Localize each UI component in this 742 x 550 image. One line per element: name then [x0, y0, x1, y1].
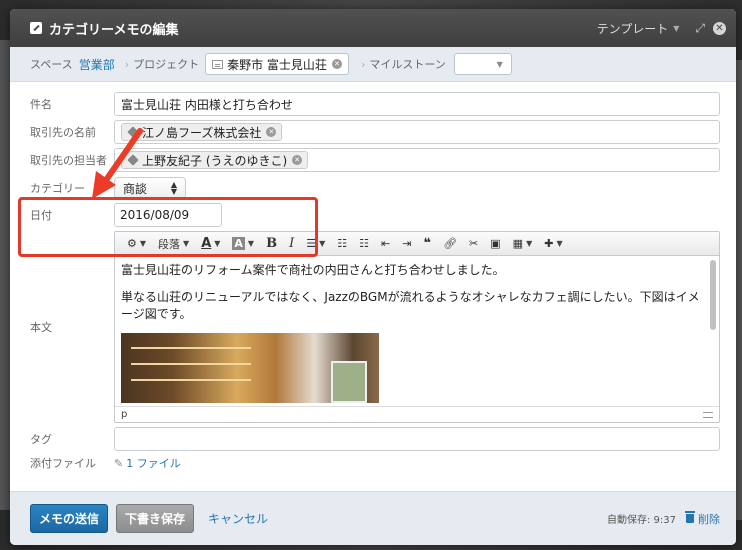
table-icon: ▦: [512, 237, 524, 250]
remove-project-icon[interactable]: ✕: [331, 59, 342, 69]
dialog-titlebar: カテゴリーメモの編集 テンプレート ▼ ⤢ ✕: [10, 9, 736, 47]
chevron-right-icon: ›: [360, 57, 366, 71]
paperclip-icon: ✎: [114, 457, 124, 470]
attachment-link[interactable]: ✎ 1 ファイル: [114, 455, 181, 471]
editor-content[interactable]: 富士見山荘のリフォーム案件で商社の内田さんと打ち合わせしました。 単なる山荘のリ…: [115, 256, 719, 406]
client-name-input[interactable]: 江ノ島フーズ株式会社 ✕: [114, 120, 720, 144]
body-label: 本文: [30, 321, 52, 334]
project-value: 秦野市 富士見山荘: [227, 57, 327, 72]
template-menu-label: テンプレート: [596, 21, 669, 36]
unlink-button[interactable]: ✂: [463, 233, 484, 255]
dialog-footer: メモの送信 下書き保存 キャンセル 自動保存: 9:37 削除: [10, 491, 736, 545]
edit-memo-dialog: カテゴリーメモの編集 テンプレート ▼ ⤢ ✕ スペース 営業部 › プロジェク…: [10, 9, 736, 545]
bullet-list-icon: ☷: [337, 237, 348, 250]
delete-link[interactable]: 削除: [685, 511, 720, 527]
template-menu[interactable]: テンプレート ▼: [597, 20, 680, 37]
chevron-down-icon: ▼: [496, 60, 503, 69]
unlink-icon: ✂: [469, 237, 479, 250]
body-paragraph-2: 単なる山荘のリニューアルではなく、JazzのBGMが流れるようなオシャレなカフェ…: [121, 290, 700, 321]
puzzle-icon: ✚: [544, 237, 554, 250]
select-arrows-icon: ▲ ▼: [170, 180, 177, 196]
resize-grip-icon[interactable]: [703, 411, 713, 418]
client-contact-input[interactable]: 上野友紀子 (うえのゆきこ) ✕: [114, 148, 720, 172]
edit-icon: [30, 22, 42, 34]
client-contact-value: 上野友紀子 (うえのゆきこ): [142, 153, 288, 168]
table-menu-button[interactable]: ▦ ▼: [507, 233, 539, 255]
quote-icon: ❝: [423, 236, 432, 251]
element-path: p: [121, 409, 128, 420]
send-memo-button[interactable]: メモの送信: [30, 504, 109, 533]
subject-value: 富士見山荘 内田様と打ち合わせ: [121, 97, 293, 112]
location-bar: スペース 営業部 › プロジェクト 秦野市 富士見山荘 ✕ › マイルストーン …: [10, 47, 736, 82]
outdent-button[interactable]: ⇤: [375, 233, 396, 255]
autosave-status: 自動保存: 9:37: [606, 515, 676, 526]
dialog-title: カテゴリーメモの編集: [49, 22, 179, 38]
indent-button[interactable]: ⇥: [396, 233, 417, 255]
indent-icon: ⇥: [402, 237, 412, 250]
expand-icon[interactable]: ⤢: [695, 21, 705, 36]
project-label: プロジェクト: [133, 58, 200, 71]
chevron-down-icon: ▼: [526, 239, 533, 248]
image-icon: ▣: [490, 237, 501, 250]
annotation-arrow: [92, 128, 143, 199]
document-icon: [212, 59, 224, 69]
image-button[interactable]: ▣: [484, 233, 506, 255]
attachment-value: 1 ファイル: [126, 457, 181, 470]
body-row: 本文 ⚙ ▼ 段落 ▼ A ▼ A ▼ B I ☰ ▼ ☷ ☷ ⇤ ⇥ ❝ 🔗︎ ✂: [26, 231, 720, 423]
remove-contact-icon[interactable]: ✕: [292, 155, 303, 165]
chevron-down-icon: ▼: [673, 23, 680, 33]
body-paragraph-1: 富士見山荘のリフォーム案件で商社の内田さんと打ち合わせしました。: [121, 263, 505, 277]
link-button[interactable]: 🔗︎: [437, 233, 463, 255]
remove-client-icon[interactable]: ✕: [266, 127, 277, 137]
trash-icon: [685, 511, 695, 523]
blockquote-button[interactable]: ❝: [417, 233, 437, 255]
subject-label: 件名: [30, 98, 52, 111]
chevron-right-icon: ›: [124, 57, 130, 71]
space-link[interactable]: 営業部: [79, 56, 115, 73]
tag-row: タグ: [26, 427, 720, 451]
highlight-box: [18, 197, 318, 257]
subject-row: 件名 富士見山荘 内田様と打ち合わせ: [26, 92, 720, 116]
client-name-value: 江ノ島フーズ株式会社: [142, 125, 262, 140]
bullet-list-button[interactable]: ☷: [331, 233, 353, 255]
save-draft-button[interactable]: 下書き保存: [116, 504, 195, 533]
attachment-label: 添付ファイル: [30, 457, 96, 470]
project-selector[interactable]: 秦野市 富士見山荘 ✕: [205, 53, 349, 75]
outdent-icon: ⇤: [381, 237, 391, 250]
space-label: スペース: [30, 58, 73, 71]
milestone-select[interactable]: ▼: [453, 53, 512, 75]
milestone-label: マイルストーン: [369, 58, 446, 71]
numbered-list-button[interactable]: ☷: [353, 233, 375, 255]
close-icon[interactable]: ✕: [713, 21, 726, 35]
plugin-menu-button[interactable]: ✚ ▼: [538, 233, 568, 255]
cancel-link[interactable]: キャンセル: [208, 510, 268, 527]
chevron-down-icon: ▼: [556, 239, 563, 248]
rich-text-editor: ⚙ ▼ 段落 ▼ A ▼ A ▼ B I ☰ ▼ ☷ ☷ ⇤ ⇥ ❝ 🔗︎ ✂ ▣ ▦ ▼: [114, 231, 720, 423]
delete-link-label: 削除: [698, 512, 720, 526]
numbered-list-icon: ☷: [359, 237, 369, 250]
chevron-down-icon: ▼: [319, 239, 326, 248]
tag-label: タグ: [30, 433, 52, 446]
link-icon: 🔗︎: [443, 237, 458, 250]
memo-form: 件名 富士見山荘 内田様と打ち合わせ 取引先の名前 江ノ島フーズ株式会社 ✕ 取…: [10, 82, 736, 471]
editor-statusbar: p: [115, 406, 719, 422]
tag-input[interactable]: [114, 427, 720, 451]
attachment-row: 添付ファイル ✎ 1 ファイル: [26, 455, 720, 471]
cafe-image: [121, 333, 379, 403]
subject-input[interactable]: 富士見山荘 内田様と打ち合わせ: [114, 92, 720, 116]
editor-scrollbar[interactable]: [710, 260, 716, 330]
